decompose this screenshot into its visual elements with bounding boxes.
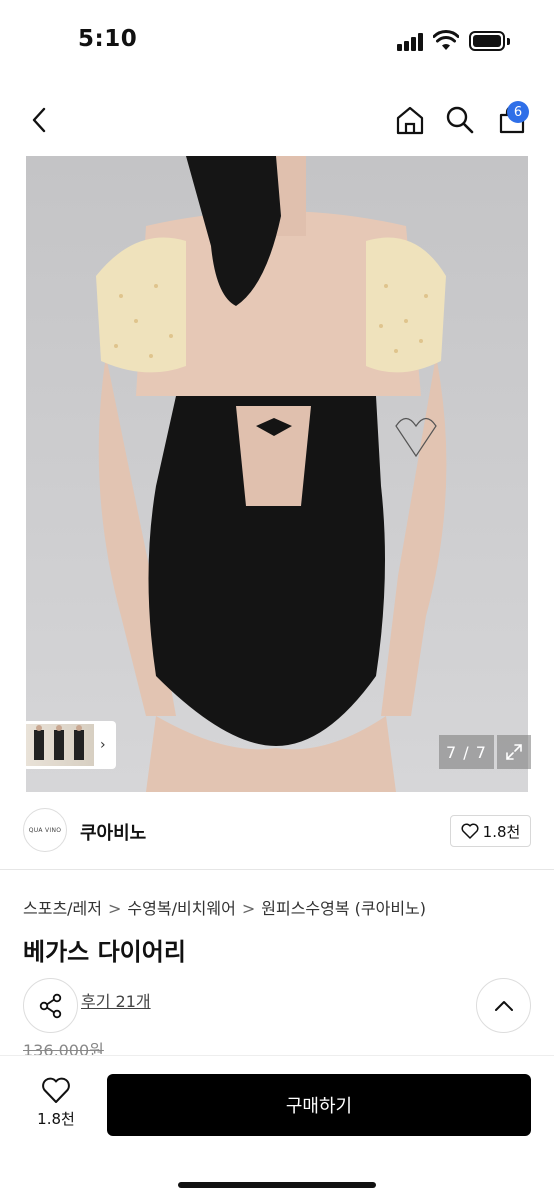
wishlist-button[interactable]: 1.8천 xyxy=(26,1076,86,1136)
breadcrumb-item[interactable]: 수영복/비치웨어 xyxy=(127,899,235,918)
home-button[interactable] xyxy=(390,100,430,140)
shop-like-count: 1.8천 xyxy=(482,822,521,841)
review-link[interactable]: 후기 21개 xyxy=(81,988,151,1012)
thumbnail-image xyxy=(26,724,94,766)
share-icon xyxy=(39,993,61,1018)
wifi-icon xyxy=(433,30,459,50)
home-indicator xyxy=(178,1182,376,1188)
shop-row: QUA VINO 쿠아비노 1.8천 xyxy=(0,800,554,870)
chevron-up-icon xyxy=(494,1000,513,1011)
status-time: 5:10 xyxy=(78,26,138,52)
top-nav xyxy=(0,84,554,156)
breadcrumb: 스포츠/레저 > 수영복/비치웨어 > 원피스수영복 (쿠아비노) xyxy=(23,895,426,919)
battery-icon xyxy=(469,31,505,51)
search-button[interactable] xyxy=(440,100,480,140)
swimsuit-photo xyxy=(26,156,528,792)
chevron-right-icon: > xyxy=(108,899,122,918)
shop-name[interactable]: 쿠아비노 xyxy=(80,819,146,845)
image-counter: 7 / 7 xyxy=(439,735,494,769)
expand-icon xyxy=(506,744,522,760)
product-image[interactable] xyxy=(26,156,528,792)
buy-button[interactable]: 구매하기 xyxy=(107,1074,531,1136)
chevron-left-icon xyxy=(32,107,46,133)
product-title: 베가스 다이어리 xyxy=(23,938,186,966)
shop-logo[interactable]: QUA VINO xyxy=(23,808,67,852)
chevron-right-icon: › xyxy=(100,737,106,753)
heart-icon xyxy=(461,823,479,839)
cellular-signal-icon xyxy=(397,33,425,51)
breadcrumb-item[interactable]: 원피스수영복 (쿠아비노) xyxy=(261,899,426,918)
back-button[interactable] xyxy=(20,100,60,140)
shop-like-button[interactable]: 1.8천 xyxy=(450,815,531,847)
status-bar: 5:10 xyxy=(0,0,554,84)
home-icon xyxy=(396,106,424,135)
bottom-action-bar: 1.8천 구매하기 xyxy=(0,1055,554,1200)
chevron-right-icon: > xyxy=(241,899,256,918)
heart-icon xyxy=(42,1077,70,1103)
breadcrumb-item[interactable]: 스포츠/레저 xyxy=(23,899,102,918)
thumbnail-strip-button[interactable]: › xyxy=(23,721,116,769)
cart-count-badge: 6 xyxy=(507,101,529,123)
wishlist-count: 1.8천 xyxy=(37,1110,75,1128)
search-icon xyxy=(446,106,474,134)
fullscreen-button[interactable] xyxy=(497,735,531,769)
scroll-top-button[interactable] xyxy=(476,978,531,1033)
share-button[interactable] xyxy=(23,978,78,1033)
